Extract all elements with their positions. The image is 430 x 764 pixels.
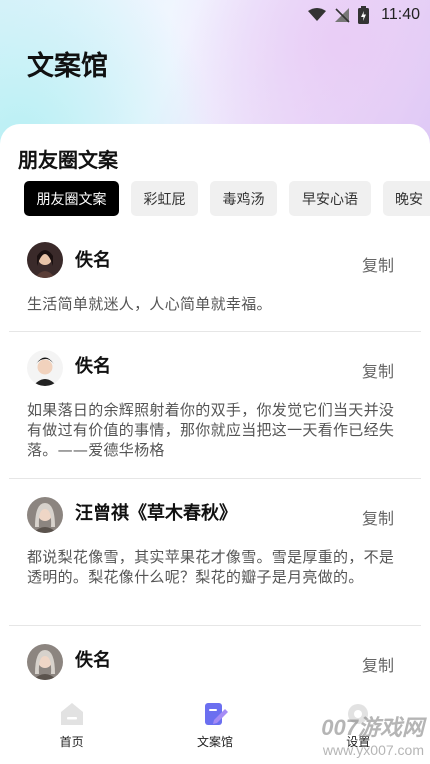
quote-text: 生活简单就迷人，人心简单就幸福。 <box>27 295 272 313</box>
author-name: 佚名 <box>75 650 111 671</box>
copy-button[interactable]: 复制 <box>362 505 394 529</box>
chip-dujitang[interactable]: 毒鸡汤 <box>210 181 277 216</box>
quote-text: 都说梨花像雪，其实苹果花才像雪。雪是厚重的，不是透明的。梨花像什么呢？梨花的瓣子… <box>27 548 395 586</box>
content-sheet: 朋友圈文案 朋友圈文案 彩虹屁 毒鸡汤 早安心语 晚安 佚名 复制 生活简单就迷… <box>0 124 430 684</box>
chip-wanan[interactable]: 晚安 <box>383 181 430 216</box>
copy-button[interactable]: 复制 <box>362 252 394 276</box>
battery-icon <box>358 6 370 24</box>
avatar <box>27 644 63 680</box>
watermark-url: www.yx007.com <box>322 742 424 758</box>
avatar <box>27 350 63 386</box>
status-bar: 11:40 <box>0 0 430 30</box>
copy-button[interactable]: 复制 <box>362 652 394 676</box>
category-chips: 朋友圈文案 彩虹屁 毒鸡汤 早安心语 晚安 <box>24 181 430 217</box>
tab-library[interactable]: 文案馆 <box>155 690 275 750</box>
chip-pengyouquan[interactable]: 朋友圈文案 <box>24 181 119 216</box>
wifi-icon <box>308 8 327 21</box>
author-name: 佚名 <box>75 250 111 271</box>
quote-card: 佚名 复制 <box>9 626 421 684</box>
avatar <box>27 497 63 533</box>
tab-home[interactable]: 首页 <box>12 690 132 750</box>
edit-document-icon <box>204 703 228 725</box>
tab-library-label: 文案馆 <box>196 735 233 749</box>
home-icon <box>60 703 83 725</box>
chip-zaoan[interactable]: 早安心语 <box>289 181 371 216</box>
author-name: 佚名 <box>75 356 111 377</box>
section-title: 朋友圈文案 <box>18 148 118 172</box>
no-signal-icon <box>335 8 350 23</box>
avatar <box>27 242 63 278</box>
quote-list: 佚名 复制 生活简单就迷人，人心简单就幸福。 佚名 复制 如果落日的余辉照射着你… <box>0 232 430 684</box>
author-name: 汪曾祺《草木春秋》 <box>75 503 237 524</box>
watermark: 007游戏网 www.yx007.com <box>321 710 424 758</box>
status-time: 11:40 <box>381 6 420 23</box>
page-title: 文案馆 <box>27 51 108 82</box>
copy-button[interactable]: 复制 <box>362 358 394 382</box>
chip-caihongpi[interactable]: 彩虹屁 <box>131 181 198 216</box>
quote-card: 汪曾祺《草木春秋》 复制 都说梨花像雪，其实苹果花才像雪。雪是厚重的，不是透明的… <box>9 479 421 626</box>
tab-home-label: 首页 <box>59 735 84 749</box>
watermark-title: 007游戏网 <box>321 715 424 740</box>
quote-card: 佚名 复制 如果落日的余辉照射着你的双手，你发觉它们当天并没有做过有价值的事情，… <box>9 332 421 479</box>
quote-text: 如果落日的余辉照射着你的双手，你发觉它们当天并没有做过有价值的事情，那你就应当把… <box>27 401 395 459</box>
quote-card: 佚名 复制 生活简单就迷人，人心简单就幸福。 <box>9 232 421 332</box>
